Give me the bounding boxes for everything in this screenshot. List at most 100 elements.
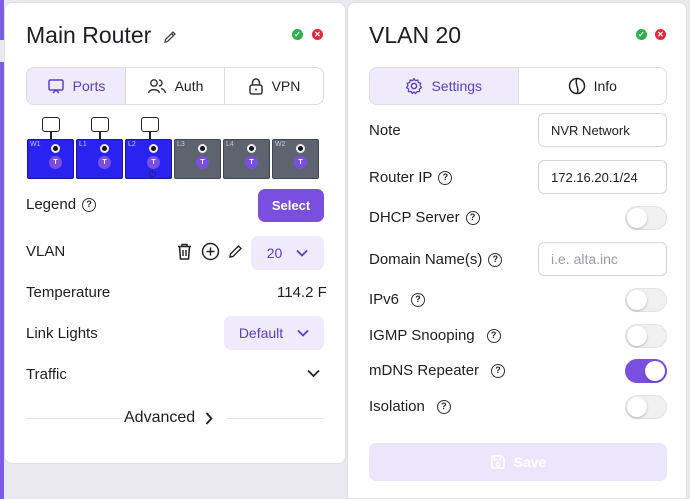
pencil-icon[interactable] xyxy=(162,29,178,45)
port-l2[interactable]: L2 T ⏻ xyxy=(125,139,172,179)
save-button[interactable]: Save xyxy=(369,443,667,481)
select-button[interactable]: Select xyxy=(258,189,324,222)
legend-row: Legend ? xyxy=(26,196,97,213)
port-status-icon xyxy=(51,144,60,153)
port-status-icon xyxy=(149,144,158,153)
tab-auth-label: Auth xyxy=(174,78,204,94)
mdns-toggle[interactable] xyxy=(625,359,667,383)
port-status-icon xyxy=(198,144,207,153)
trash-icon[interactable] xyxy=(176,242,193,261)
traffic-label: Traffic xyxy=(26,366,67,383)
port-strip: W1 T L1 T L2 T ⏻ L3 T L4 T W2 T xyxy=(27,139,319,179)
traffic-row[interactable]: Traffic xyxy=(26,366,67,383)
port-label: L2 xyxy=(128,141,136,148)
help-icon[interactable]: ? xyxy=(82,197,97,212)
help-icon[interactable]: ? xyxy=(491,363,506,378)
uplink-port-icon xyxy=(91,117,109,132)
help-icon[interactable]: ? xyxy=(438,170,453,185)
tab-info[interactable]: Info xyxy=(519,68,667,104)
router-title: Main Router xyxy=(26,22,152,48)
chevron-down-icon[interactable] xyxy=(307,369,320,378)
link-lights-label: Link Lights xyxy=(26,325,98,342)
chevron-down-icon xyxy=(296,249,308,257)
save-label: Save xyxy=(513,454,547,470)
gear-icon xyxy=(405,77,423,95)
ipv6-toggle[interactable] xyxy=(625,288,667,312)
note-input[interactable]: NVR Network xyxy=(538,113,667,147)
main-router-panel: Main Router ✓ ✕ Ports Auth VPN W1 T L1 T… xyxy=(4,2,346,464)
isolation-toggle[interactable] xyxy=(625,395,667,419)
router-ip-input[interactable]: 172.16.20.1/24 xyxy=(538,160,667,194)
help-icon[interactable]: ? xyxy=(436,399,451,414)
chevron-right-icon xyxy=(205,411,213,425)
dhcp-toggle[interactable] xyxy=(625,206,667,230)
link-lights-select[interactable]: Default xyxy=(224,316,324,350)
domain-row: Domain Name(s) ? xyxy=(369,251,503,268)
tagged-badge: T xyxy=(245,156,258,169)
domain-input[interactable]: i.e. alta.inc xyxy=(538,242,667,276)
isolation-label: Isolation xyxy=(369,398,425,415)
help-icon[interactable]: ? xyxy=(486,328,501,343)
close-icon[interactable]: ✕ xyxy=(655,29,666,40)
igmp-label: IGMP Snooping xyxy=(369,327,475,344)
temperature-label: Temperature xyxy=(26,284,111,301)
tab-info-label: Info xyxy=(593,78,617,94)
tagged-badge: T xyxy=(98,156,111,169)
floppy-disk-icon xyxy=(490,454,506,470)
uplink-port-icon xyxy=(42,117,60,132)
vlan-select-value: 20 xyxy=(266,245,283,261)
mdns-row: mDNS Repeater ? xyxy=(369,362,506,379)
port-w1[interactable]: W1 T xyxy=(27,139,74,179)
igmp-toggle[interactable] xyxy=(625,324,667,348)
port-label: L1 xyxy=(79,141,87,148)
port-label: L4 xyxy=(226,141,234,148)
pencil-icon[interactable] xyxy=(227,243,244,260)
uplink-port-icon xyxy=(141,117,159,132)
tab-settings[interactable]: Settings xyxy=(370,68,519,104)
port-l1[interactable]: L1 T xyxy=(76,139,123,179)
port-label: W2 xyxy=(275,141,286,148)
tab-auth[interactable]: Auth xyxy=(126,68,225,104)
lock-icon xyxy=(248,77,264,95)
tagged-badge: T xyxy=(294,156,307,169)
port-l4[interactable]: L4 T xyxy=(223,139,270,179)
port-w2[interactable]: W2 T xyxy=(272,139,319,179)
close-icon[interactable]: ✕ xyxy=(312,29,323,40)
port-status-icon xyxy=(100,144,109,153)
help-icon[interactable]: ? xyxy=(488,252,503,267)
add-circle-icon[interactable] xyxy=(201,242,220,261)
tab-vpn[interactable]: VPN xyxy=(225,68,323,104)
tagged-badge: T xyxy=(196,156,209,169)
link-lights-row: Link Lights xyxy=(26,325,98,342)
info-icon xyxy=(568,77,586,95)
tab-vpn-label: VPN xyxy=(271,78,301,94)
status-ok-icon[interactable]: ✓ xyxy=(636,29,647,40)
power-icon: ⏻ xyxy=(149,169,157,179)
help-icon[interactable]: ? xyxy=(465,210,480,225)
port-l3[interactable]: L3 T xyxy=(174,139,221,179)
screen-icon xyxy=(47,77,65,95)
ipv6-label: IPv6 xyxy=(369,291,400,308)
vlan-select[interactable]: 20 xyxy=(251,236,324,270)
dhcp-label: DHCP Server xyxy=(369,209,460,226)
temperature-row: Temperature xyxy=(26,284,110,301)
chevron-down-icon xyxy=(297,329,309,337)
tab-ports[interactable]: Ports xyxy=(27,68,126,104)
help-icon[interactable]: ? xyxy=(411,292,426,307)
panel-title: VLAN 20 xyxy=(369,22,462,48)
port-status-icon xyxy=(296,144,305,153)
advanced-toggle[interactable]: Advanced xyxy=(124,409,213,427)
legend-label: Legend xyxy=(26,196,77,213)
note-label: Note xyxy=(369,122,401,139)
tab-ports-label: Ports xyxy=(72,78,106,94)
router-ip-label: Router IP xyxy=(369,169,433,186)
divider xyxy=(26,418,123,419)
port-label: L3 xyxy=(177,141,185,148)
ipv6-row: IPv6 ? xyxy=(369,291,426,308)
port-label: W1 xyxy=(30,141,41,148)
dhcp-row: DHCP Server ? xyxy=(369,209,480,226)
port-status-icon xyxy=(247,144,256,153)
tab-settings-label: Settings xyxy=(431,78,483,94)
status-ok-icon[interactable]: ✓ xyxy=(292,29,303,40)
note-row: Note xyxy=(369,122,401,139)
